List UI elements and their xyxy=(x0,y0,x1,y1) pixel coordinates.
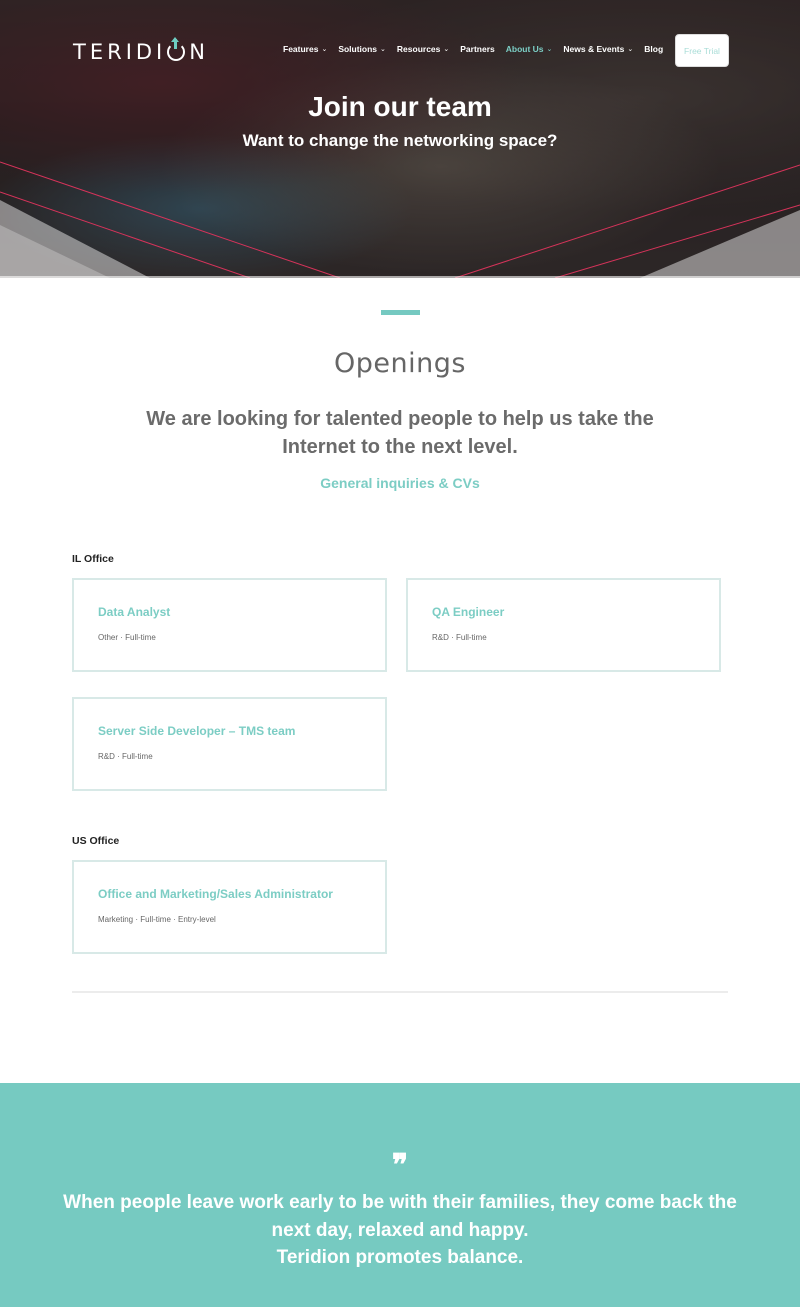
job-title: Data Analyst xyxy=(98,605,171,619)
openings-section: Openings We are looking for talented peo… xyxy=(0,310,800,993)
menu-label: Solutions xyxy=(338,44,378,54)
menu-label: Blog xyxy=(644,44,664,54)
menu-item-resources[interactable]: Resources ⌄ xyxy=(397,44,449,54)
hero-banner: TERIDI N Features ⌄ Solutions ⌄ Resource… xyxy=(0,0,800,278)
quote-text: When people leave work early to be with … xyxy=(0,1189,800,1272)
hero-bottom-edge xyxy=(0,276,800,278)
job-list: Office and Marketing/Sales Administrator… xyxy=(72,860,728,954)
job-meta: Marketing · Full-time · Entry-level xyxy=(98,915,216,924)
office-label: IL Office xyxy=(72,553,114,565)
office-us: US Office Office and Marketing/Sales Adm… xyxy=(72,835,728,954)
job-title: Server Side Developer – TMS team xyxy=(98,724,296,738)
job-meta: R&D · Full-time xyxy=(432,633,487,642)
logo-text-left: TERIDI xyxy=(73,40,167,64)
main-menu: Features ⌄ Solutions ⌄ Resources ⌄ Partn… xyxy=(283,44,674,54)
menu-label: Partners xyxy=(460,44,495,54)
job-card[interactable]: QA Engineer R&D · Full-time xyxy=(406,578,721,672)
chevron-down-icon: ⌄ xyxy=(546,46,553,53)
job-card[interactable]: Data Analyst Other · Full-time xyxy=(72,578,387,672)
job-meta: Other · Full-time xyxy=(98,633,156,642)
menu-item-features[interactable]: Features ⌄ xyxy=(283,44,327,54)
job-card[interactable]: Server Side Developer – TMS team R&D · F… xyxy=(72,697,387,791)
office-label: US Office xyxy=(72,835,120,847)
openings-lead: We are looking for talented people to he… xyxy=(146,408,654,458)
hero-white-wedge-right xyxy=(640,210,800,278)
job-card[interactable]: Office and Marketing/Sales Administrator… xyxy=(72,860,387,954)
menu-label: News & Events xyxy=(563,44,625,54)
section-accent-bar xyxy=(380,310,420,315)
office-il: IL Office Data Analyst Other · Full-time… xyxy=(72,553,728,791)
job-title: QA Engineer xyxy=(432,605,505,619)
quote-icon: ❞ xyxy=(391,1148,409,1183)
openings-title: Openings xyxy=(334,348,466,379)
menu-item-partners[interactable]: Partners xyxy=(460,44,495,54)
chevron-down-icon: ⌄ xyxy=(321,46,328,53)
logo[interactable]: TERIDI N xyxy=(73,37,209,64)
quote-body: When people leave work early to be with … xyxy=(63,1192,737,1241)
menu-label: Features xyxy=(283,44,319,54)
menu-item-solutions[interactable]: Solutions ⌄ xyxy=(338,44,386,54)
general-inquiries-link[interactable]: General inquiries & CVs xyxy=(0,475,800,491)
menu-item-news-events[interactable]: News & Events ⌄ xyxy=(563,44,633,54)
quote-section: ❞ When people leave work early to be wit… xyxy=(0,1083,800,1307)
quote-tagline: Teridion promotes balance. xyxy=(276,1247,524,1268)
section-divider xyxy=(72,991,728,993)
top-navigation: TERIDI N Features ⌄ Solutions ⌄ Resource… xyxy=(0,0,800,100)
job-meta: R&D · Full-time xyxy=(98,752,153,761)
menu-label: Resources xyxy=(396,44,441,54)
chevron-down-icon: ⌄ xyxy=(380,46,386,53)
free-trial-button[interactable]: Free Trial xyxy=(675,34,729,67)
job-title: Office and Marketing/Sales Administrator xyxy=(98,887,333,901)
hero-subtitle: Want to change the networking space? xyxy=(242,131,558,150)
menu-label: About Us xyxy=(505,44,544,54)
logo-text-right: N xyxy=(189,40,209,64)
menu-item-about-us[interactable]: About Us ⌄ xyxy=(506,44,553,54)
job-list: Data Analyst Other · Full-time QA Engine… xyxy=(72,578,728,791)
hero-title: Join our team xyxy=(308,91,492,122)
menu-item-blog[interactable]: Blog xyxy=(644,44,663,54)
power-icon xyxy=(167,37,186,61)
chevron-down-icon: ⌄ xyxy=(627,46,634,53)
chevron-down-icon: ⌄ xyxy=(443,46,450,53)
